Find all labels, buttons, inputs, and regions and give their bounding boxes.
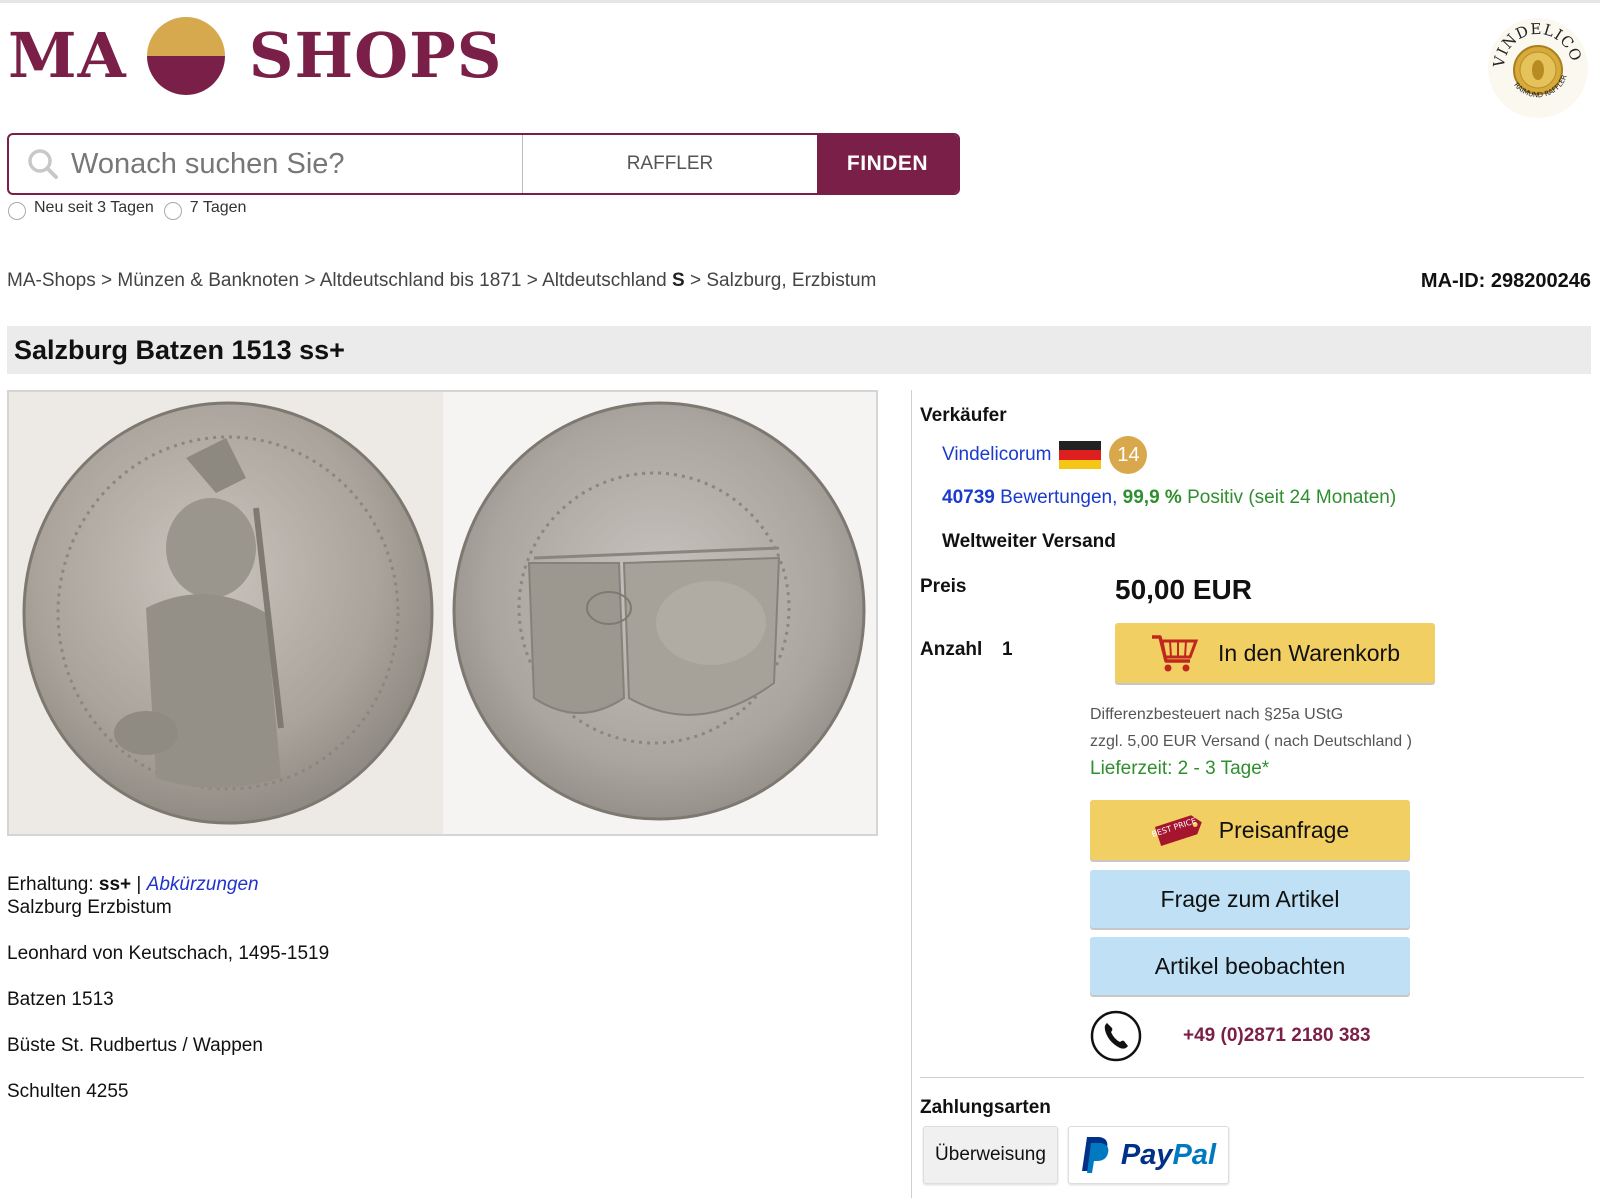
breadcrumb-separator: >: [689, 270, 702, 291]
ratings-word: Bewertungen: [1000, 487, 1113, 508]
logo-text-shops: SHOPS: [248, 19, 503, 92]
payment-bank-transfer: Überweisung: [923, 1126, 1058, 1184]
breadcrumb-separator: >: [304, 270, 316, 291]
radio-new-7-days[interactable]: [163, 202, 182, 220]
radio-label-7-days: 7 Tagen: [189, 199, 247, 216]
seller-label: Verkäufer: [920, 405, 1007, 426]
payment-paypal: PayPal: [1068, 1126, 1229, 1184]
shipping-cost-info: zzgl. 5,00 EUR Versand ( nach Deutschlan…: [1090, 733, 1412, 750]
add-to-cart-button[interactable]: In den Warenkorb: [1115, 623, 1435, 683]
breadcrumb-separator: >: [526, 270, 538, 291]
vindelicorum-seal-icon[interactable]: VINDELICORUM RAIMUND RAFFLER: [1478, 2, 1590, 120]
quantity-value[interactable]: 1: [1002, 639, 1013, 661]
search-input[interactable]: [71, 147, 491, 181]
seller-ratings[interactable]: 40739 Bewertungen, 99,9 % Positiv (seit …: [942, 487, 1396, 509]
condition-value: ss+: [98, 874, 132, 895]
breadcrumb-item-ma-shops[interactable]: MA-Shops: [7, 270, 96, 291]
column-divider: [911, 390, 912, 1198]
watch-item-button[interactable]: Artikel beobachten: [1090, 937, 1410, 995]
breadcrumb-item-salzburg[interactable]: Salzburg, Erzbistum: [706, 270, 876, 291]
price-offer-label: Preisanfrage: [1218, 816, 1350, 843]
top-border: [0, 0, 1600, 3]
quantity-label: Anzahl: [920, 639, 983, 660]
worldwide-shipping: Weltweiter Versand: [942, 531, 1116, 552]
ma-shops-logo[interactable]: MA SHOPS: [8, 16, 503, 96]
breadcrumb-item-altdeutschland-text: Altdeutschland: [542, 270, 667, 291]
breadcrumb: MA-Shops > Münzen & Banknoten > Altdeuts…: [7, 270, 876, 292]
breadcrumb-item-altdeutschland-s[interactable]: Altdeutschland S: [542, 270, 685, 291]
price-label: Preis: [920, 576, 967, 597]
payment-methods-label: Zahlungsarten: [920, 1097, 1051, 1118]
positive-percentage: 99,9 %: [1122, 487, 1182, 508]
page-title: Salzburg Batzen 1513 ss+: [14, 334, 345, 365]
seller-level-badge[interactable]: 14: [1109, 436, 1148, 474]
item-description: Erhaltung: ss+ | Abkürzungen Salzburg Er…: [7, 873, 329, 1126]
radio-new-3-days[interactable]: [8, 202, 26, 220]
description-line: Salzburg Erzbistum: [7, 897, 172, 918]
coin-image-gallery[interactable]: [7, 390, 878, 836]
positive-text: Positiv (seit 24 Monaten): [1187, 487, 1397, 508]
phone-icon: [1090, 1010, 1142, 1062]
paypal-label: PayPal: [1120, 1138, 1217, 1171]
phone-number[interactable]: +49 (0)2871 2180 383: [1183, 1025, 1371, 1047]
description-line: Batzen 1513: [7, 989, 114, 1010]
description-line: Leonhard von Keutschach, 1495-1519: [7, 943, 330, 964]
breadcrumb-letter-s: S: [672, 270, 685, 291]
add-to-cart-label: In den Warenkorb: [1218, 639, 1400, 666]
abbreviations-link[interactable]: Abkürzungen: [147, 874, 259, 895]
description-line: Büste St. Rudbertus / Wappen: [7, 1035, 263, 1056]
description-line: Schulten 4255: [7, 1081, 129, 1102]
coin-obverse-image[interactable]: [9, 392, 443, 834]
search-query-area: [9, 135, 523, 193]
filter-radios: Neu seit 3 Tagen 7 Tagen: [8, 196, 256, 220]
condition-line: Erhaltung: ss+ | Abkürzungen: [7, 873, 329, 896]
seller-name-link[interactable]: Vindelicorum: [942, 444, 1051, 466]
paypal-logo-icon: [1081, 1137, 1109, 1173]
ma-id: MA-ID: 298200246: [1420, 270, 1591, 292]
condition-label: Erhaltung:: [7, 874, 94, 895]
condition-divider: |: [136, 874, 142, 895]
breadcrumb-item-coins[interactable]: Münzen & Banknoten: [117, 270, 299, 291]
logo-disc-icon: [146, 17, 225, 95]
price-value: 50,00 EUR: [1115, 574, 1252, 605]
price-offer-button[interactable]: BEST PRICE Preisanfrage: [1090, 800, 1410, 860]
cart-icon: [1152, 635, 1199, 672]
search-button[interactable]: FINDEN: [817, 135, 958, 193]
title-bar: Salzburg Batzen 1513 ss+: [7, 326, 1591, 374]
delivery-time: Lieferzeit: 2 - 3 Tage*: [1090, 758, 1270, 779]
question-button[interactable]: Frage zum Artikel: [1090, 870, 1410, 928]
coin-reverse-image[interactable]: [442, 392, 876, 834]
bank-transfer-label: Überweisung: [935, 1144, 1046, 1165]
section-divider: [920, 1077, 1584, 1078]
search-scope-select[interactable]: RAFFLER: [523, 135, 817, 193]
breadcrumb-separator: >: [100, 270, 113, 291]
tax-info: Differenzbesteuert nach §25a UStG: [1090, 706, 1344, 723]
ratings-comma: ,: [1112, 487, 1118, 508]
seller-info: Vindelicorum 14: [942, 436, 1148, 474]
best-price-tag-icon: BEST PRICE: [1151, 815, 1202, 846]
breadcrumb-item-altdeutschland-1871[interactable]: Altdeutschland bis 1871: [320, 270, 522, 291]
search-bar: RAFFLER FINDEN: [7, 133, 960, 195]
ratings-count: 40739: [942, 487, 995, 508]
radio-label-3-days: Neu seit 3 Tagen: [34, 199, 154, 216]
logo-text-ma: MA: [8, 19, 127, 92]
search-icon: [28, 149, 58, 179]
germany-flag-icon: [1059, 441, 1102, 469]
